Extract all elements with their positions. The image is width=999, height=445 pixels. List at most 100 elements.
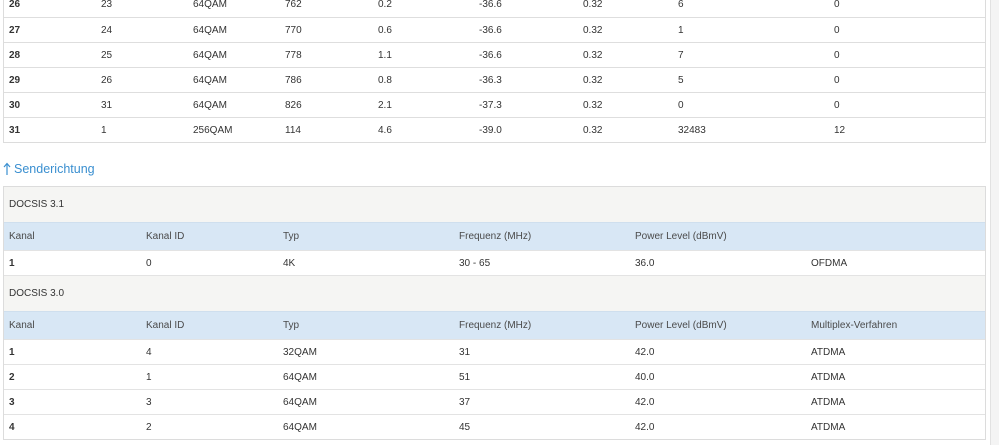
table-cell: 64QAM (278, 364, 454, 390)
table-cell: 0.32 (583, 92, 678, 118)
table-cell: 256QAM (193, 117, 285, 142)
table-cell: 0.2 (378, 0, 392, 10)
column-header: Kanal ID (141, 222, 278, 251)
cable-modem-channel-page: 26 23 64QAM 762 0.2 -36.6 0.32 6 0 27 24 64QAM 770 0.… (0, 0, 999, 445)
table-cell: 0 (834, 92, 985, 118)
table-cell: 51 (454, 364, 630, 390)
downstream-row: 27 24 64QAM 770 0.6 -36.6 0.32 1 0 (4, 17, 985, 43)
docsis30-row: 4 2 64QAM 45 42.0 ATDMA (4, 414, 985, 439)
table-cell: 0.32 (583, 67, 678, 93)
table-cell: 4 (141, 339, 278, 365)
column-header: Multiplex-Verfahren (806, 311, 985, 340)
table-cell: 64QAM (278, 389, 454, 415)
table-cell: 0.32 (583, 17, 678, 43)
downstream-table-container: 26 23 64QAM 762 0.2 -36.6 0.32 6 0 27 24 64QAM 770 0.… (3, 0, 986, 143)
table-cell: 0 (834, 67, 985, 93)
table-cell: 64QAM (193, 92, 285, 118)
table-cell: 762 (285, 0, 302, 10)
table-cell: 26 (9, 0, 21, 10)
table-cell: -37.3 (479, 92, 583, 118)
column-header: Typ (278, 222, 454, 251)
table-cell: 0.8 (378, 67, 479, 93)
table-cell: 31 (4, 117, 101, 142)
table-cell: 7 (678, 42, 834, 68)
table-cell: 1 (678, 17, 834, 43)
docsis31-group-title: DOCSIS 3.1 (4, 187, 985, 222)
table-cell: 42.0 (630, 389, 806, 415)
table-cell: OFDMA (806, 250, 985, 275)
docsis31-header-row: Kanal Kanal ID Typ Frequenz (MHz) Power Leve… (4, 222, 985, 251)
table-cell: 3 (4, 389, 141, 415)
table-cell: 25 (101, 42, 193, 68)
table-cell: 4 (4, 414, 141, 439)
table-cell: 27 (4, 17, 101, 43)
table-cell: 770 (285, 17, 378, 43)
docsis30-row: 1 4 32QAM 31 42.0 ATDMA (4, 339, 985, 365)
table-cell: 1 (101, 117, 193, 142)
table-cell: 29 (4, 67, 101, 93)
upstream-section-heading[interactable]: Senderichtung (3, 160, 95, 178)
table-cell: 0.32 (583, 117, 678, 142)
vertical-scrollbar[interactable] (990, 0, 999, 445)
downstream-row: 30 31 64QAM 826 2.1 -37.3 0.32 0 0 (4, 92, 985, 118)
table-cell: 64QAM (193, 42, 285, 68)
table-cell: 12 (834, 117, 985, 142)
table-cell: 32483 (678, 117, 834, 142)
downstream-row: 29 26 64QAM 786 0.8 -36.3 0.32 5 0 (4, 67, 985, 93)
table-cell: ATDMA (806, 389, 985, 415)
downstream-channel-table: 26 23 64QAM 762 0.2 -36.6 0.32 6 0 27 24 64QAM 770 0.… (4, 0, 985, 142)
table-cell: 64QAM (193, 67, 285, 93)
column-header: Typ (278, 311, 454, 340)
table-cell: 0 (834, 42, 985, 68)
column-header: Power Level (dBmV) (630, 311, 806, 340)
table-cell: 786 (285, 67, 378, 93)
downstream-row: 26 23 64QAM 762 0.2 -36.6 0.32 6 0 (4, 0, 985, 18)
column-header (806, 222, 985, 251)
table-cell: 64QAM (193, 17, 285, 43)
docsis30-group-title: DOCSIS 3.0 (4, 275, 985, 311)
table-cell: 31 (454, 339, 630, 365)
table-cell: 0 (834, 17, 985, 43)
docsis30-row: 3 3 64QAM 37 42.0 ATDMA (4, 389, 985, 415)
table-cell: 826 (285, 92, 378, 118)
column-header: Frequenz (MHz) (454, 222, 630, 251)
docsis30-header-row: Kanal Kanal ID Typ Frequenz (MHz) Power Leve… (4, 311, 985, 340)
column-header: Power Level (dBmV) (630, 222, 806, 251)
table-cell: 2 (4, 364, 141, 390)
table-cell: 24 (101, 17, 193, 43)
table-cell: 2 (141, 414, 278, 439)
table-cell: 0 (141, 250, 278, 275)
table-cell: 2.1 (378, 92, 479, 118)
column-header: Kanal (4, 311, 141, 340)
table-cell: -36.6 (479, 17, 583, 43)
table-cell: 30 - 65 (454, 250, 630, 275)
upstream-heading-text[interactable]: Senderichtung (14, 162, 95, 176)
table-cell: 40.0 (630, 364, 806, 390)
table-cell: 0.32 (583, 42, 678, 68)
table-cell: 0.6 (378, 17, 479, 43)
table-cell: -36.6 (479, 42, 583, 68)
table-cell: 42.0 (630, 414, 806, 439)
table-cell: 114 (285, 117, 378, 142)
table-cell: 1 (4, 250, 141, 275)
table-cell: ATDMA (806, 339, 985, 365)
downstream-row: 31 1 256QAM 114 4.6 -39.0 0.32 32483 12 (4, 117, 985, 142)
table-cell: 36.0 (630, 250, 806, 275)
table-cell: -36.3 (479, 67, 583, 93)
table-cell: -39.0 (479, 117, 583, 142)
table-cell: 30 (4, 92, 101, 118)
table-cell: 1 (4, 339, 141, 365)
table-cell: -36.6 (479, 0, 502, 10)
docsis30-row: 2 1 64QAM 51 40.0 ATDMA (4, 364, 985, 390)
table-cell: 1 (141, 364, 278, 390)
table-cell: 64QAM (278, 414, 454, 439)
table-cell: 23 (101, 0, 113, 10)
table-cell: 5 (678, 67, 834, 93)
table-cell: 3 (141, 389, 278, 415)
table-cell: 0 (678, 92, 834, 118)
table-cell: 26 (101, 67, 193, 93)
table-cell: 31 (101, 92, 193, 118)
table-cell: 37 (454, 389, 630, 415)
table-cell: 4.6 (378, 117, 479, 142)
upstream-table-container: DOCSIS 3.1 Kanal Kanal ID Typ Frequenz (MHz… (3, 186, 986, 440)
